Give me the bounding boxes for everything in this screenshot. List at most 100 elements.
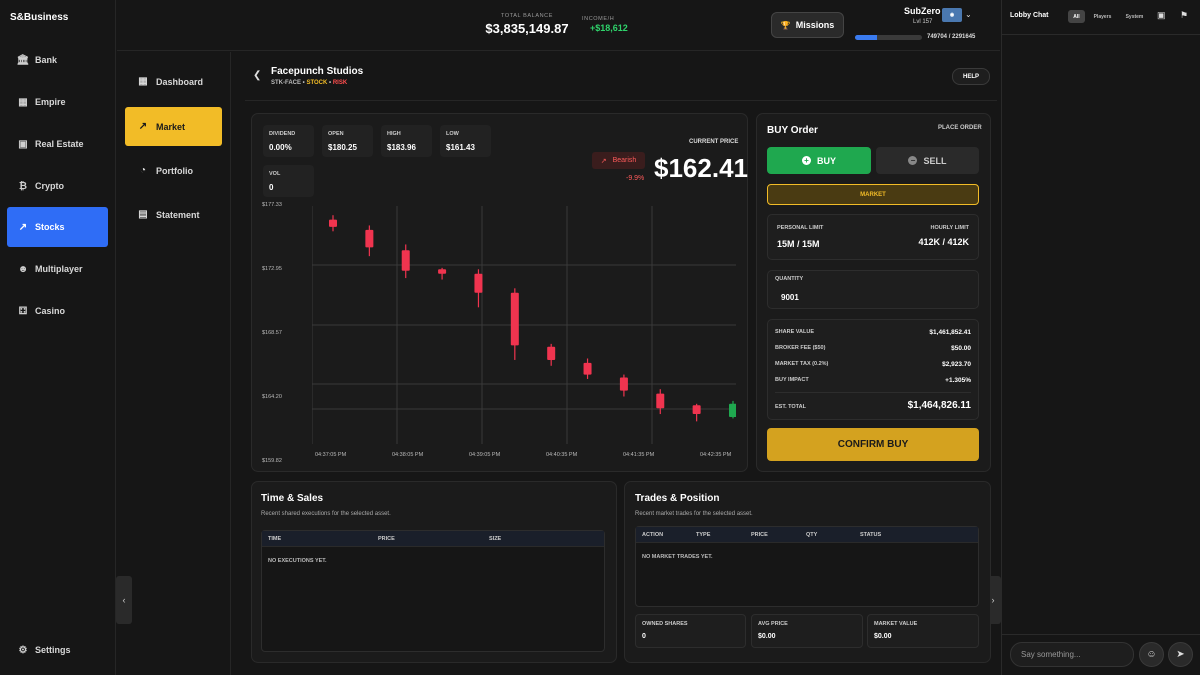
card-value: 0	[642, 633, 646, 640]
nav-item-stocks[interactable]: ↗ Stocks	[7, 207, 108, 247]
quantity-label: QUANTITY	[775, 276, 804, 282]
candle-body[interactable]	[583, 362, 592, 375]
candle-body[interactable]	[474, 273, 483, 293]
asset-risk: RISK	[332, 80, 348, 86]
row-label: BROKER FEE ($50)	[775, 345, 826, 351]
row-label: MARKET TAX (0.2%)	[775, 361, 829, 367]
chat-tab-players[interactable]: Players	[1090, 10, 1115, 23]
owned-shares-card: OWNED SHARES 0	[635, 614, 746, 648]
time-sales-title: Time & Sales	[261, 493, 324, 504]
divider	[775, 392, 971, 393]
brand-logo: S&Business	[10, 12, 69, 23]
x-tick-label: 04:37:05 PM	[315, 452, 347, 458]
candlestick-chart[interactable]	[312, 206, 736, 444]
asset-type: STOCK	[306, 80, 328, 86]
card-label: MARKET VALUE	[874, 621, 918, 627]
chat-tab-all[interactable]: All	[1068, 10, 1085, 23]
minus-icon: −	[908, 156, 918, 165]
username: SubZero	[904, 6, 941, 16]
income-value: +$18,612	[590, 23, 628, 33]
nav-item-casino[interactable]: ⚃ Casino	[7, 291, 108, 331]
subnav-item-statement[interactable]: ▤ Statement	[125, 195, 222, 234]
trades-table: ACTION TYPE PRICE QTY STATUS NO MARKET T…	[635, 526, 979, 607]
candle-body[interactable]	[656, 393, 665, 409]
candle-body[interactable]	[438, 269, 447, 274]
trophy-icon: 🏆	[780, 20, 791, 30]
nav-label: Casino	[35, 306, 66, 316]
stat-value: $180.25	[328, 143, 357, 152]
chat-tab-system[interactable]: System	[1122, 10, 1147, 23]
nav-item-real-estate[interactable]: ▣ Real Estate	[7, 124, 108, 164]
nav-item-bank[interactable]: 🏛 Bank	[7, 40, 108, 80]
column-header: SIZE	[489, 536, 502, 542]
missions-button[interactable]: 🏆 Missions	[771, 12, 844, 38]
candle-body[interactable]	[729, 403, 736, 417]
market-value-card: MARKET VALUE $0.00	[867, 614, 979, 648]
candle-body[interactable]	[329, 219, 337, 227]
nav-item-crypto[interactable]: ₿ Crypto	[7, 166, 108, 206]
empty-state: NO MARKET TRADES YET.	[642, 554, 713, 560]
users-icon: ☻	[17, 263, 29, 275]
discord-icon[interactable]: ▣	[1157, 10, 1166, 21]
pie-chart-icon: ◔	[139, 165, 147, 176]
candle-body[interactable]	[401, 250, 410, 271]
stat-label: HIGH	[387, 131, 401, 137]
send-button[interactable]: ➤	[1168, 642, 1193, 667]
card-label: OWNED SHARES	[642, 621, 688, 627]
collapse-sidebar-button[interactable]: ‹	[116, 576, 132, 624]
trend-icon: ↗	[138, 121, 148, 132]
help-button[interactable]: HELP	[952, 68, 990, 85]
avatar[interactable]: ◉	[942, 8, 962, 22]
candle-body[interactable]	[547, 346, 556, 360]
y-tick-label: $168.57	[262, 330, 282, 336]
trend-icon: ↗	[18, 221, 28, 233]
nav-item-multiplayer[interactable]: ☻ Multiplayer	[7, 249, 108, 289]
chevron-left-icon: ‹	[122, 595, 126, 605]
subnav-item-portfolio[interactable]: ◔ Portfolio	[125, 151, 222, 190]
nav-label: Stocks	[35, 222, 65, 232]
price-change: -9.9%	[626, 175, 645, 182]
nav-item-empire[interactable]: ▦ Empire	[7, 82, 108, 122]
nav-item-settings[interactable]: ⚙ Settings	[7, 630, 108, 670]
divider	[1002, 634, 1200, 635]
subnav-item-dashboard[interactable]: ▦ Dashboard	[125, 62, 222, 101]
grid-icon: ▦	[138, 76, 148, 87]
nav-label: Bank	[35, 55, 58, 65]
stat-label: VOL	[269, 171, 281, 177]
back-arrow-icon[interactable]: ❮	[253, 70, 261, 81]
sell-label: SELL	[923, 155, 947, 166]
candle-body[interactable]	[619, 377, 628, 391]
confirm-buy-button[interactable]: CONFIRM BUY	[767, 428, 979, 461]
asset-subtitle: STK-FACE • STOCK • RISK	[271, 80, 347, 86]
chat-input[interactable]	[1010, 642, 1134, 667]
column-header: PRICE	[378, 536, 395, 542]
market-order-type-button[interactable]: MARKET	[767, 184, 979, 205]
sell-toggle-button[interactable]: − SELL	[876, 147, 979, 174]
buy-impact-row: BUY IMPACT +1.305%	[775, 377, 971, 384]
quantity-input[interactable]	[781, 290, 901, 304]
subnav-item-market[interactable]: ↗ Market	[125, 107, 222, 146]
income-label: INCOME/H	[582, 16, 615, 22]
trades-subtitle: Recent market trades for the selected as…	[635, 511, 753, 517]
row-value: $50.00	[951, 345, 971, 352]
flag-icon[interactable]: ⚑	[1180, 10, 1188, 21]
separator: •	[302, 80, 305, 86]
table-header: TIME PRICE SIZE	[262, 531, 604, 547]
main-sidebar: S&Business 🏛 Bank ▦ Empire ▣ Real Estate…	[0, 0, 116, 675]
place-order-label: PLACE ORDER	[938, 125, 982, 131]
emoji-button[interactable]: ☺	[1139, 642, 1164, 667]
stat-label: LOW	[446, 131, 459, 137]
xp-text: 749704 / 2291645	[927, 34, 976, 40]
stat-value: 0.00%	[269, 143, 292, 152]
candle-body[interactable]	[510, 292, 519, 346]
buy-toggle-button[interactable]: + BUY	[767, 147, 871, 174]
chevron-down-icon[interactable]: ⌄	[965, 10, 972, 19]
column-header: QTY	[806, 532, 818, 538]
plus-icon: +	[801, 156, 811, 165]
x-tick-label: 04:42:35 PM	[700, 452, 732, 458]
nav-label: Multiplayer	[35, 264, 83, 274]
x-tick-label: 04:41:35 PM	[623, 452, 655, 458]
candle-body[interactable]	[365, 229, 374, 248]
market-tax-row: MARKET TAX (0.2%) $2,923.70	[775, 361, 971, 368]
candle-body[interactable]	[692, 405, 701, 415]
